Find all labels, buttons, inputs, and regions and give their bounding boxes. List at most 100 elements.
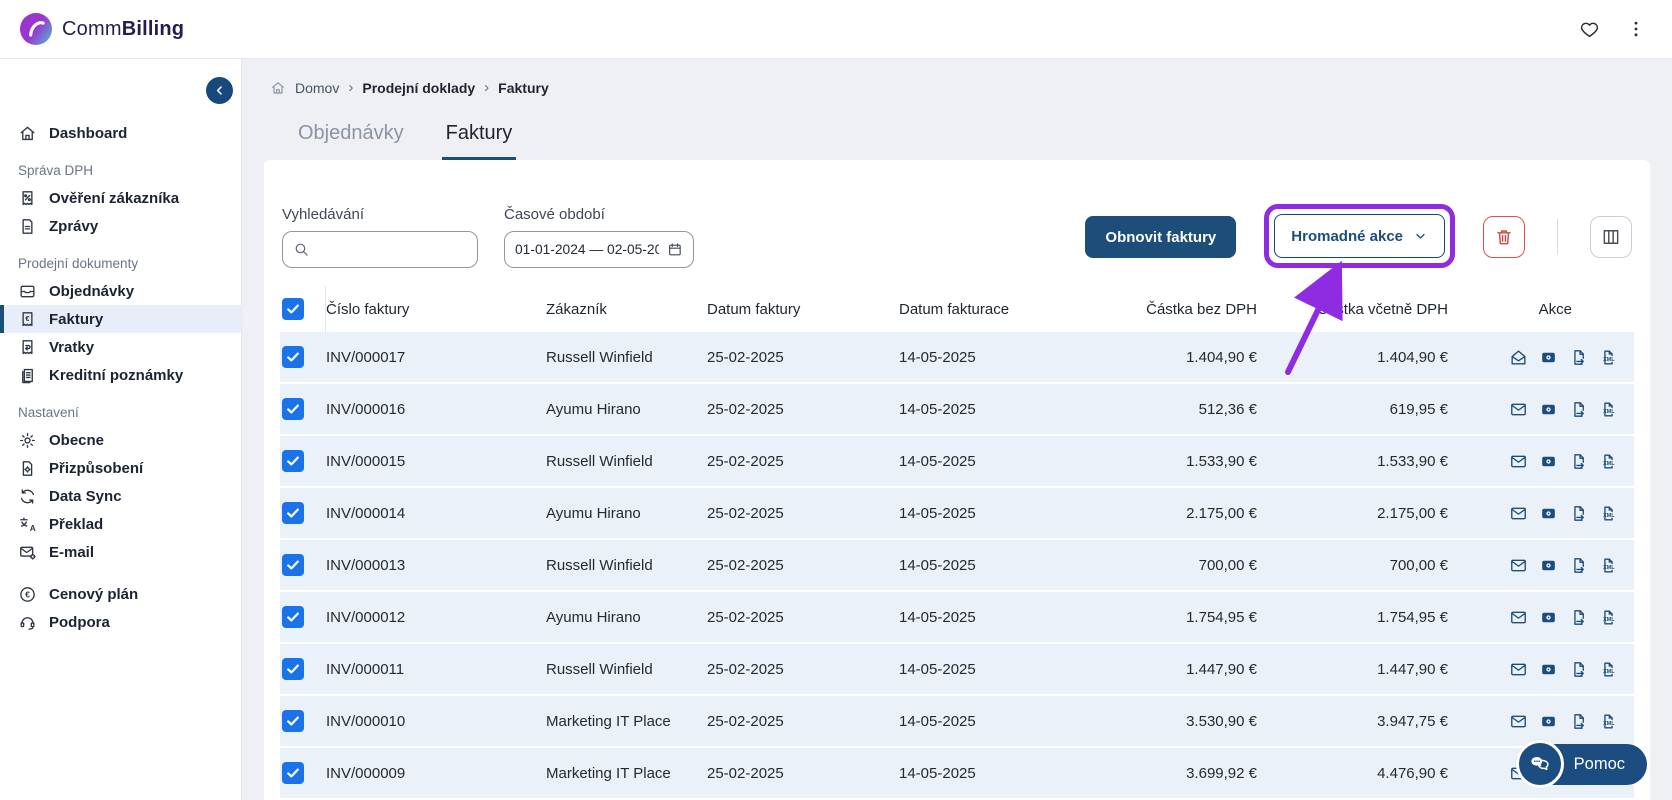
refresh-invoices-button[interactable]: Obnovit faktury: [1085, 216, 1237, 258]
mail-icon[interactable]: [1509, 452, 1528, 471]
row-checkbox[interactable]: [282, 658, 304, 680]
xml-download-icon[interactable]: XML: [1599, 348, 1618, 367]
preview-icon[interactable]: [1539, 712, 1558, 731]
row-actions: XML: [1452, 712, 1634, 731]
kebab-menu-icon[interactable]: [1626, 19, 1646, 39]
xml-download-icon[interactable]: XML: [1599, 504, 1618, 523]
sidebar-item-kreditn-pozn-mky[interactable]: Kreditní poznámky: [0, 361, 241, 389]
export-icon[interactable]: [1569, 660, 1588, 679]
export-icon[interactable]: [1569, 608, 1588, 627]
export-icon[interactable]: [1569, 348, 1588, 367]
cell-customer: Russell Winfield: [546, 556, 653, 574]
mail-icon[interactable]: [1509, 556, 1528, 575]
translate-icon: A: [18, 515, 37, 534]
app-window: CommBilling Dashboard Správa DPH Ověření z…: [0, 0, 1672, 800]
cell-billing-date: 14-05-2025: [899, 712, 976, 730]
table-row[interactable]: INV/000014 Ayumu Hirano 25-02-2025 14-05-20…: [280, 488, 1634, 538]
preview-icon[interactable]: [1539, 556, 1558, 575]
sidebar-collapse-button[interactable]: [206, 77, 233, 104]
mail-icon[interactable]: [1509, 348, 1528, 367]
preview-icon[interactable]: [1539, 400, 1558, 419]
row-checkbox-cell: [280, 762, 326, 784]
sidebar-item-vratky[interactable]: Vratky: [0, 333, 241, 361]
sidebar-item-zpr-vy[interactable]: Zprávy: [0, 212, 241, 240]
receipt-euro-icon: €: [18, 310, 37, 329]
preview-icon[interactable]: [1539, 504, 1558, 523]
export-icon[interactable]: [1569, 452, 1588, 471]
cell-invoice-number: INV/000010: [326, 712, 406, 730]
sidebar-item-data-sync[interactable]: Data Sync: [0, 482, 241, 510]
bulk-actions-button[interactable]: Hromadné akce: [1274, 214, 1445, 258]
row-checkbox[interactable]: [282, 346, 304, 368]
tab-faktury[interactable]: Faktury: [441, 122, 517, 160]
trash-icon: [1494, 227, 1514, 247]
breadcrumb-item[interactable]: Faktury: [498, 80, 549, 96]
cell-amount-net: 700,00 €: [1198, 556, 1257, 574]
sidebar-item-objedn-vky[interactable]: Objednávky: [0, 277, 241, 305]
table-row[interactable]: INV/000010 Marketing IT Place 25-02-2025 14…: [280, 696, 1634, 746]
preview-icon[interactable]: [1539, 452, 1558, 471]
sidebar-item-cenov-pl-n[interactable]: € Cenový plán: [0, 580, 241, 608]
table-row[interactable]: INV/000015 Russell Winfield 25-02-2025 14-0…: [280, 436, 1634, 486]
column-header: Datum fakturace: [899, 300, 1010, 318]
table-row[interactable]: INV/000009 Marketing IT Place 25-02-2025 14…: [280, 748, 1634, 798]
breadcrumb: Domov › Prodejní doklady › Faktury: [270, 79, 1650, 96]
row-checkbox[interactable]: [282, 450, 304, 472]
table-row[interactable]: INV/000011 Russell Winfield 25-02-2025 14-0…: [280, 644, 1634, 694]
sidebar-item-faktury[interactable]: € Faktury: [0, 305, 241, 333]
heart-icon[interactable]: [1579, 19, 1600, 40]
mail-icon[interactable]: [1509, 504, 1528, 523]
tab-objedn-vky[interactable]: Objednávky: [294, 122, 408, 160]
breadcrumb-item[interactable]: Domov: [295, 80, 339, 96]
row-checkbox[interactable]: [282, 710, 304, 732]
xml-download-icon[interactable]: XML: [1599, 452, 1618, 471]
delete-button[interactable]: [1483, 216, 1525, 258]
search-icon: [293, 241, 310, 258]
date-range-input[interactable]: 01-01-2024 — 02-05-202: [504, 231, 694, 268]
preview-icon[interactable]: [1539, 660, 1558, 679]
table-row[interactable]: INV/000013 Russell Winfield 25-02-2025 14-0…: [280, 540, 1634, 590]
sidebar-item-podpora[interactable]: Podpora: [0, 608, 241, 636]
export-icon[interactable]: [1569, 400, 1588, 419]
sidebar-item-e-mail[interactable]: E-mail: [0, 538, 241, 566]
sidebar-item-ov-en-z-kazn-ka[interactable]: Ověření zákazníka: [0, 184, 241, 212]
cell-amount-net: 512,36 €: [1198, 400, 1257, 418]
mail-icon[interactable]: [1509, 608, 1528, 627]
row-checkbox[interactable]: [282, 554, 304, 576]
sidebar-item-p-eklad[interactable]: A Překlad: [0, 510, 241, 538]
export-icon[interactable]: [1569, 712, 1588, 731]
column-header: Částka včetně DPH: [1317, 300, 1448, 318]
table-row[interactable]: INV/000016 Ayumu Hirano 25-02-2025 14-05-20…: [280, 384, 1634, 434]
column-settings-button[interactable]: [1590, 216, 1632, 258]
preview-icon[interactable]: [1539, 348, 1558, 367]
search-input[interactable]: [318, 241, 467, 258]
xml-download-icon[interactable]: XML: [1599, 660, 1618, 679]
preview-icon[interactable]: [1539, 608, 1558, 627]
table-row[interactable]: INV/000012 Ayumu Hirano 25-02-2025 14-05-20…: [280, 592, 1634, 642]
row-checkbox[interactable]: [282, 502, 304, 524]
export-icon[interactable]: [1569, 504, 1588, 523]
sidebar-item-label: Kreditní poznámky: [49, 366, 184, 384]
sidebar-item-obecne[interactable]: Obecne: [0, 426, 241, 454]
xml-download-icon[interactable]: XML: [1599, 608, 1618, 627]
sidebar-item-dashboard[interactable]: Dashboard: [0, 119, 241, 147]
mail-icon[interactable]: [1509, 712, 1528, 731]
breadcrumb-item[interactable]: Prodejní doklady: [362, 80, 475, 96]
xml-download-icon[interactable]: XML: [1599, 400, 1618, 419]
row-checkbox[interactable]: [282, 606, 304, 628]
row-checkbox-cell: [280, 658, 326, 680]
cell-billing-date: 14-05-2025: [899, 400, 976, 418]
help-button[interactable]: Pomoc: [1515, 740, 1647, 788]
sidebar-item-p-izp-soben-[interactable]: Přizpůsobení: [0, 454, 241, 482]
export-icon[interactable]: [1569, 556, 1588, 575]
row-checkbox[interactable]: [282, 762, 304, 784]
table-row[interactable]: INV/000017 Russell Winfield 25-02-2025 14-0…: [280, 332, 1634, 382]
date-range-value: 01-01-2024 — 02-05-202: [515, 242, 660, 257]
mail-icon[interactable]: [1509, 660, 1528, 679]
xml-download-icon[interactable]: XML: [1599, 712, 1618, 731]
mail-icon[interactable]: [1509, 400, 1528, 419]
sidebar-item-label: Data Sync: [49, 487, 122, 505]
row-checkbox[interactable]: [282, 398, 304, 420]
select-all-checkbox[interactable]: [282, 298, 304, 320]
xml-download-icon[interactable]: XML: [1599, 556, 1618, 575]
